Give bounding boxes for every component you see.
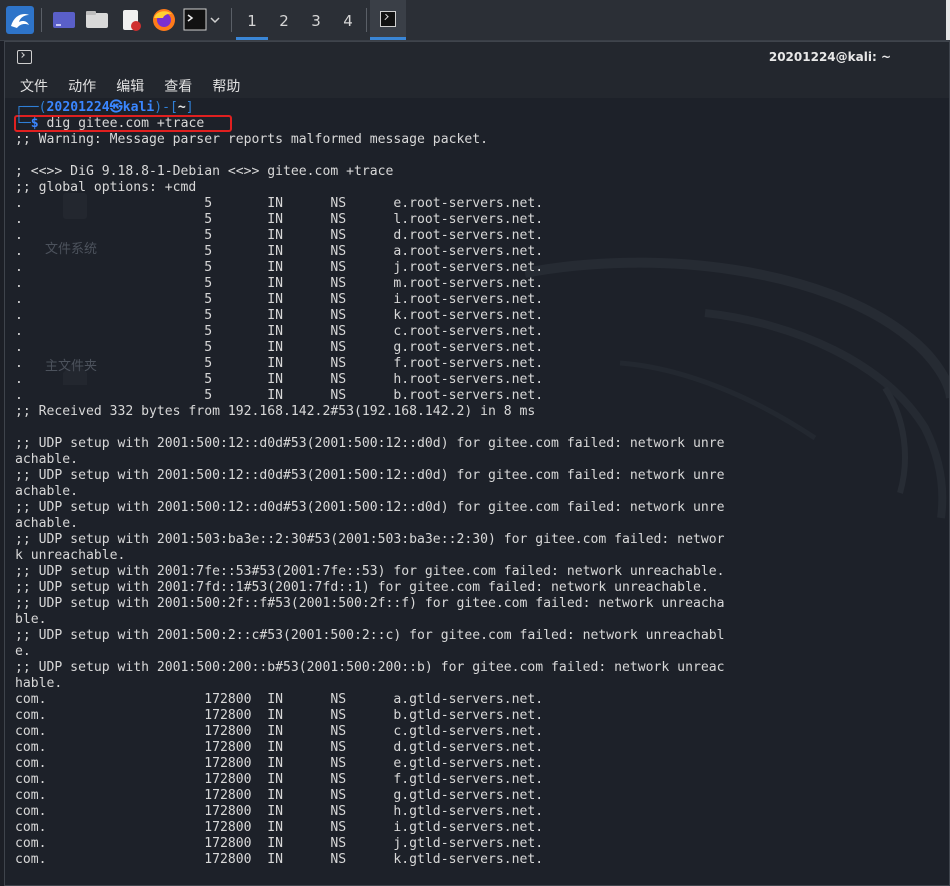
output-line: . 5 IN NS b.root-servers.net.: [15, 388, 544, 403]
output-line: ;; UDP setup with 2001:503:ba3e::2:30#53…: [15, 532, 725, 547]
show-desktop-icon[interactable]: [50, 6, 78, 34]
prompt-user-host: 20201224㉿kali: [46, 100, 155, 115]
output-line: com. 172800 IN NS h.gtld-servers.net.: [15, 804, 544, 819]
output-line: com. 172800 IN NS b.gtld-servers.net.: [15, 708, 544, 723]
command-text: dig gitee.com +trace: [38, 116, 205, 131]
output-line: . 5 IN NS j.root-servers.net.: [15, 260, 544, 275]
output-line: com. 172800 IN NS j.gtld-servers.net.: [15, 836, 544, 851]
output-line: ;; UDP setup with 2001:500:200::b#53(200…: [15, 660, 725, 675]
menu-bar: 文件 动作 编辑 查看 帮助: [5, 72, 949, 98]
workspace-4[interactable]: 4: [332, 0, 364, 40]
workspace-2[interactable]: 2: [268, 0, 300, 40]
taskbar-terminal-window[interactable]: [370, 0, 406, 40]
menu-help[interactable]: 帮助: [212, 76, 240, 96]
output-lines: ;; Warning: Message parser reports malfo…: [15, 132, 724, 867]
window-title: 20201224@kali: ~: [768, 50, 891, 64]
output-line: ;; UDP setup with 2001:500:2::c#53(2001:…: [15, 628, 725, 643]
terminal-window-icon: [17, 50, 32, 64]
firefox-icon[interactable]: [150, 6, 178, 34]
output-line: com. 172800 IN NS g.gtld-servers.net.: [15, 788, 544, 803]
output-line: ;; UDP setup with 2001:500:12::d0d#53(20…: [15, 436, 725, 451]
output-line: e.: [15, 644, 31, 659]
prompt-directory: ~: [177, 100, 186, 115]
output-line: hable.: [15, 676, 63, 691]
menu-actions[interactable]: 动作: [68, 76, 96, 96]
output-line: . 5 IN NS l.root-servers.net.: [15, 212, 544, 227]
file-manager-icon[interactable]: [83, 6, 111, 34]
output-line: . 5 IN NS i.root-servers.net.: [15, 292, 544, 307]
output-line: com. 172800 IN NS i.gtld-servers.net.: [15, 820, 544, 835]
prompt-dollar: $: [30, 116, 39, 131]
output-line: ;; UDP setup with 2001:500:12::d0d#53(20…: [15, 500, 725, 515]
output-line: ; <<>> DiG 9.18.8-1-Debian <<>> gitee.co…: [15, 164, 394, 179]
menu-file[interactable]: 文件: [20, 76, 48, 96]
output-line: . 5 IN NS g.root-servers.net.: [15, 340, 544, 355]
output-line: com. 172800 IN NS e.gtld-servers.net.: [15, 756, 544, 771]
terminal-icon: [380, 11, 396, 27]
output-line: ;; Warning: Message parser reports malfo…: [15, 132, 488, 147]
output-line: ;; UDP setup with 2001:7fd::1#53(2001:7f…: [15, 580, 709, 595]
output-line: achable.: [15, 452, 79, 467]
output-line: . 5 IN NS f.root-servers.net.: [15, 356, 544, 371]
output-line: ;; UDP setup with 2001:7fe::53#53(2001:7…: [15, 564, 725, 579]
output-line: . 5 IN NS e.root-servers.net.: [15, 196, 544, 211]
output-line: . 5 IN NS c.root-servers.net.: [15, 324, 544, 339]
terminal-output[interactable]: ┌──(20201224㉿kali)-[~] └─$ dig gitee.com…: [15, 100, 950, 868]
workspace-3[interactable]: 3: [300, 0, 332, 40]
output-line: achable.: [15, 516, 79, 531]
taskbar: 1 2 3 4: [0, 0, 950, 41]
workspace-1[interactable]: 1: [236, 0, 268, 40]
output-line: com. 172800 IN NS f.gtld-servers.net.: [15, 772, 544, 787]
output-line: k unreachable.: [15, 548, 126, 563]
output-line: com. 172800 IN NS c.gtld-servers.net.: [15, 724, 544, 739]
output-line: . 5 IN NS a.root-servers.net.: [15, 244, 544, 259]
output-line: ;; UDP setup with 2001:500:2f::f#53(2001…: [15, 596, 725, 611]
output-line: com. 172800 IN NS a.gtld-servers.net.: [15, 692, 544, 707]
output-line: . 5 IN NS k.root-servers.net.: [15, 308, 544, 323]
output-line: ;; Received 332 bytes from 192.168.142.2…: [15, 404, 536, 419]
output-line: com. 172800 IN NS d.gtld-servers.net.: [15, 740, 544, 755]
output-line: ;; global options: +cmd: [15, 180, 197, 195]
output-line: . 5 IN NS h.root-servers.net.: [15, 372, 544, 387]
command-line: └─$ dig gitee.com +trace: [15, 116, 205, 131]
menu-view[interactable]: 查看: [164, 76, 192, 96]
text-editor-icon[interactable]: [117, 6, 145, 34]
prompt-line-1: ┌──(20201224㉿kali)-[~]: [15, 100, 194, 115]
menu-edit[interactable]: 编辑: [116, 76, 144, 96]
kali-menu-icon[interactable]: [6, 6, 34, 34]
window-titlebar[interactable]: 20201224@kali: ~: [5, 42, 949, 72]
output-line: . 5 IN NS d.root-servers.net.: [15, 228, 544, 243]
output-line: achable.: [15, 484, 79, 499]
output-line: ;; UDP setup with 2001:500:12::d0d#53(20…: [15, 468, 725, 483]
terminal-launcher-icon[interactable]: [183, 6, 223, 34]
output-line: com. 172800 IN NS k.gtld-servers.net.: [15, 852, 544, 867]
output-line: ble.: [15, 612, 47, 627]
output-line: . 5 IN NS m.root-servers.net.: [15, 276, 544, 291]
